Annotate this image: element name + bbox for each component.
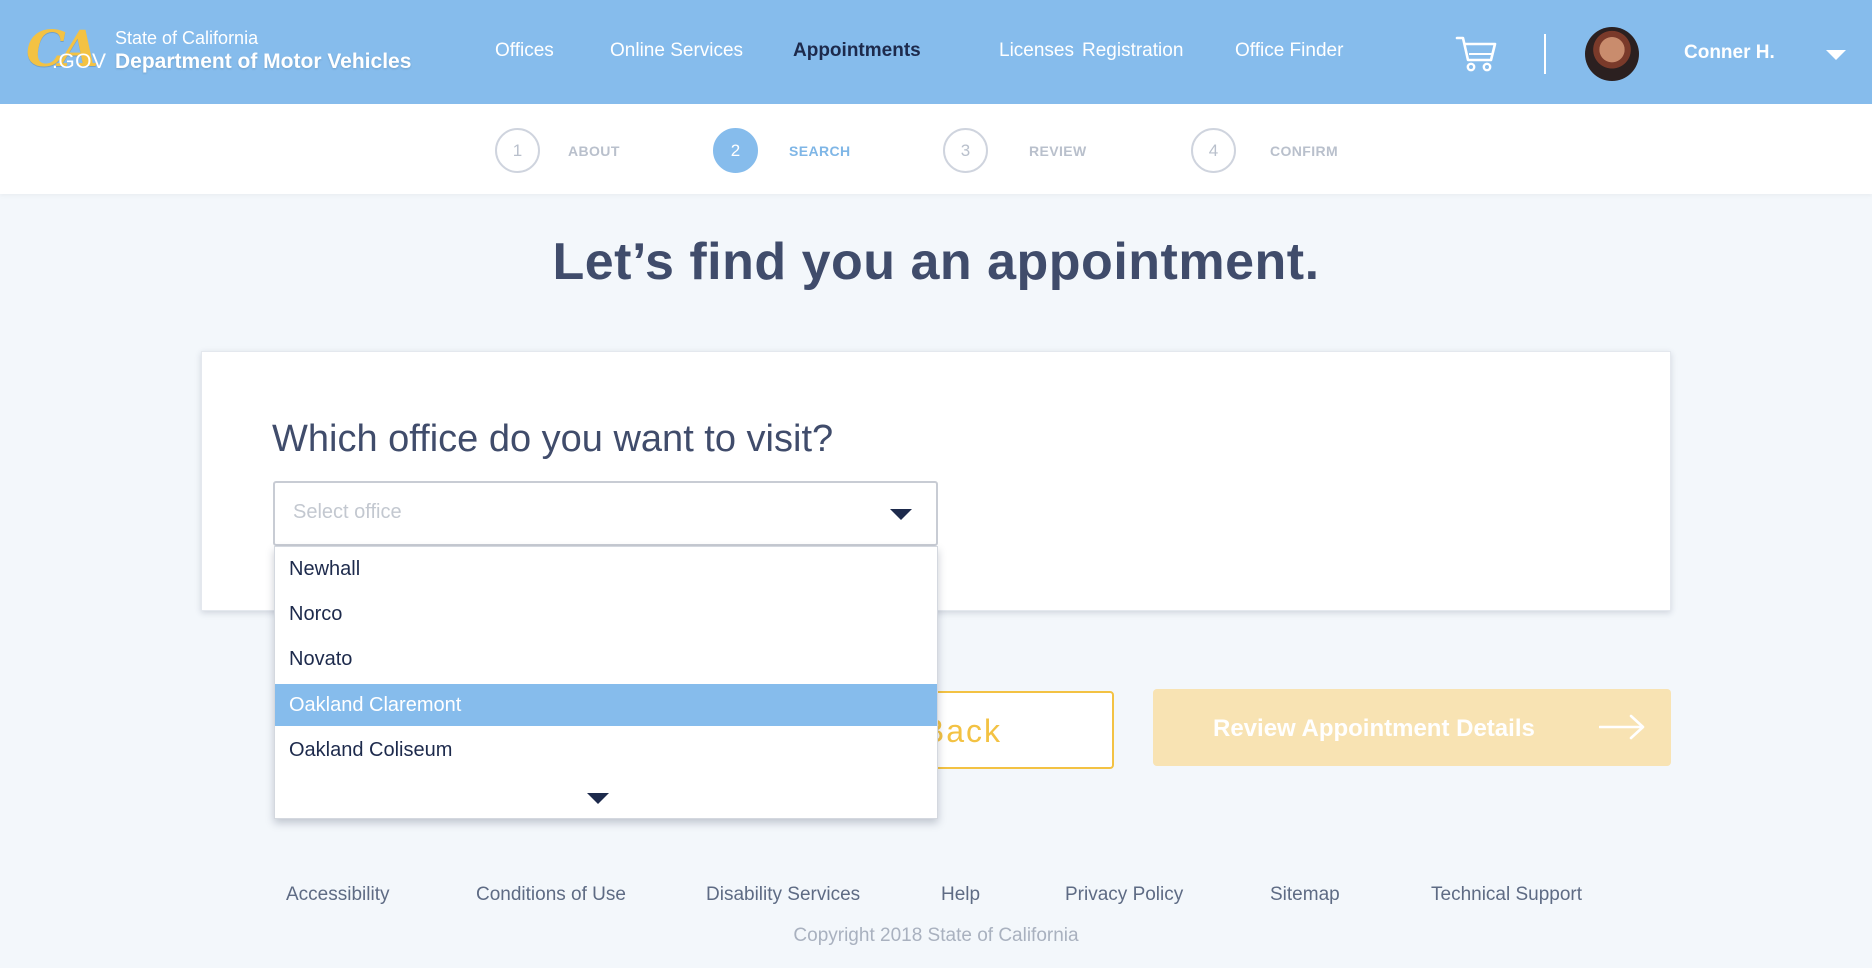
chevron-down-icon[interactable] xyxy=(890,509,912,520)
option-oakland-coliseum[interactable]: Oakland Coliseum xyxy=(275,729,937,771)
top-header: CA .GOV State of California Department o… xyxy=(0,0,1872,104)
select-placeholder: Select office xyxy=(293,501,402,523)
nav-offices[interactable]: Offices xyxy=(495,40,554,62)
ca-gov-logo[interactable]: CA .GOV xyxy=(26,20,106,78)
nav-online-services[interactable]: Online Services xyxy=(610,40,743,62)
step-number: 1 xyxy=(495,128,540,173)
review-button-label: Review Appointment Details xyxy=(1213,715,1535,742)
department-name: Department of Motor Vehicles xyxy=(115,50,412,73)
user-avatar[interactable] xyxy=(1585,27,1639,81)
nav-licenses[interactable]: Licenses xyxy=(999,40,1074,62)
scroll-down-icon[interactable] xyxy=(587,793,609,804)
footer-link-tech-support[interactable]: Technical Support xyxy=(1431,884,1582,906)
user-name[interactable]: Conner H. xyxy=(1684,42,1775,64)
footer-link-disability[interactable]: Disability Services xyxy=(706,884,860,906)
step-label: SEARCH xyxy=(789,143,851,159)
option-norco[interactable]: Norco xyxy=(275,593,937,635)
step-label: ABOUT xyxy=(568,143,620,159)
nav-appointments[interactable]: Appointments xyxy=(793,40,921,62)
copyright: Copyright 2018 State of California xyxy=(793,925,1079,946)
department-branding[interactable]: State of California Department of Motor … xyxy=(115,26,411,74)
footer-link-help[interactable]: Help xyxy=(941,884,980,906)
state-name: State of California xyxy=(115,28,259,48)
review-appointment-button[interactable]: Review Appointment Details xyxy=(1153,689,1671,766)
office-dropdown-list[interactable]: Newhall Norco Novato Oakland Claremont O… xyxy=(274,546,938,819)
option-newhall[interactable]: Newhall xyxy=(275,548,937,590)
step-number: 2 xyxy=(713,128,758,173)
option-oakland-claremont[interactable]: Oakland Claremont xyxy=(275,684,937,726)
page-title: Let’s find you an appointment. xyxy=(552,233,1320,291)
logo-gov-text: .GOV xyxy=(52,50,107,73)
chevron-down-icon[interactable] xyxy=(1826,50,1846,60)
shopping-cart-icon[interactable] xyxy=(1455,34,1499,74)
step-number: 4 xyxy=(1191,128,1236,173)
progress-stepper: 1 ABOUT 2 SEARCH 3 REVIEW 4 CONFIRM xyxy=(0,104,1872,194)
step-label: REVIEW xyxy=(1029,143,1087,159)
step-label: CONFIRM xyxy=(1270,143,1339,159)
footer-link-privacy[interactable]: Privacy Policy xyxy=(1065,884,1183,906)
footer-link-sitemap[interactable]: Sitemap xyxy=(1270,884,1340,906)
office-question: Which office do you want to visit? xyxy=(272,418,834,460)
office-select[interactable]: Select office xyxy=(273,481,938,546)
nav-office-finder[interactable]: Office Finder xyxy=(1235,40,1343,62)
footer-link-accessibility[interactable]: Accessibility xyxy=(286,884,389,906)
footer-link-conditions[interactable]: Conditions of Use xyxy=(476,884,626,906)
arrow-right-icon xyxy=(1599,714,1645,740)
header-divider xyxy=(1544,34,1546,74)
nav-registration[interactable]: Registration xyxy=(1082,40,1183,62)
step-number: 3 xyxy=(943,128,988,173)
option-novato[interactable]: Novato xyxy=(275,638,937,680)
